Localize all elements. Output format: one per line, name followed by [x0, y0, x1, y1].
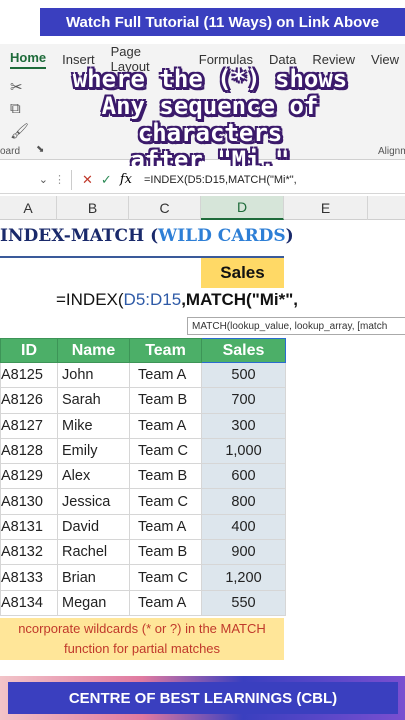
- cell-id[interactable]: A8134: [0, 589, 58, 616]
- divider: [71, 169, 72, 190]
- cell-name[interactable]: Mike: [57, 412, 130, 439]
- function-tooltip: MATCH(lookup_value, lookup_array, [match: [187, 317, 405, 335]
- enter-icon[interactable]: ✓: [101, 172, 112, 188]
- copy-icon[interactable]: ⧉: [10, 100, 21, 117]
- cell-sales[interactable]: 1,000: [201, 437, 286, 465]
- formula-arg: "Mi*",: [251, 290, 299, 309]
- cell-id[interactable]: A8126: [0, 387, 58, 414]
- tip-note: ncorporate wildcards (* or ?) in the MAT…: [0, 618, 284, 660]
- cell-team[interactable]: Team B: [129, 463, 202, 490]
- cell-id[interactable]: A8132: [0, 539, 58, 566]
- cell-team[interactable]: Team A: [129, 361, 202, 389]
- cell-name[interactable]: Rachel: [57, 539, 130, 566]
- table-row: A8128 Emily Team C 1,000: [0, 437, 286, 465]
- cell-sales[interactable]: 700: [201, 387, 286, 414]
- formula-input[interactable]: =INDEX(D5:D15,MATCH("Mi*",: [144, 174, 297, 186]
- caption-line-1: where the (*) shows: [72, 65, 348, 93]
- cell-team[interactable]: Team C: [129, 437, 202, 465]
- cell-sales[interactable]: 300: [201, 412, 286, 439]
- column-header-d[interactable]: D: [201, 196, 284, 220]
- formula-bar: ⌄ ⋮ ✕ ✓ fx =INDEX(D5:D15,MATCH("Mi*",: [0, 166, 405, 194]
- cell-id[interactable]: A8130: [0, 488, 58, 515]
- clipboard-group-label: oard: [0, 146, 21, 157]
- cell-name[interactable]: Brian: [57, 564, 130, 591]
- bottom-banner: CENTRE OF BEST LEARNINGS (CBL): [0, 676, 405, 720]
- cell-team[interactable]: Team C: [129, 564, 202, 591]
- data-table: ID Name Team Sales A8125 John Team A 500 A81…: [0, 338, 286, 616]
- overlay-caption: where the (*) shows Any sequence of char…: [30, 66, 390, 174]
- chevron-down-icon[interactable]: ⌄: [39, 173, 48, 186]
- tip-line-2: function for partial matches: [63, 641, 221, 656]
- cell-sales[interactable]: 500: [201, 361, 286, 389]
- formula-prefix: =INDEX(: [56, 290, 124, 309]
- cell-id[interactable]: A8129: [0, 463, 58, 490]
- cell-name[interactable]: Megan: [57, 589, 130, 616]
- cell-name[interactable]: Emily: [57, 437, 130, 465]
- worksheet: INDEX-MATCH (WILD CARDS) Sales =INDEX(D5…: [0, 220, 405, 675]
- column-headers: A B C D E: [0, 196, 405, 220]
- tip-line-1: ncorporate wildcards (* or ?) in the MAT…: [18, 621, 266, 636]
- formula-cell[interactable]: =INDEX(D5:D15,MATCH("Mi*",: [56, 290, 298, 310]
- column-header-e[interactable]: E: [284, 196, 368, 220]
- cell-name[interactable]: David: [57, 513, 130, 541]
- table-row: A8127 Mike Team A 300: [0, 412, 286, 439]
- cell-team[interactable]: Team A: [129, 412, 202, 439]
- cell-id[interactable]: A8131: [0, 513, 58, 541]
- table-row: A8132 Rachel Team B 900: [0, 539, 286, 566]
- table-row: A8133 Brian Team C 1,200: [0, 564, 286, 591]
- header-name[interactable]: Name: [57, 338, 130, 363]
- title-text-2: WILD CARDS: [158, 226, 286, 246]
- cell-id[interactable]: A8133: [0, 564, 58, 591]
- formula-match: ,MATCH(: [181, 290, 252, 309]
- title-text-1: INDEX-MATCH (: [0, 226, 159, 246]
- function-icon[interactable]: fx: [120, 172, 132, 187]
- column-header-a[interactable]: A: [0, 196, 57, 220]
- top-banner: Watch Full Tutorial (11 Ways) on Link Ab…: [40, 8, 405, 36]
- cell-team[interactable]: Team C: [129, 488, 202, 515]
- sales-result-header[interactable]: Sales: [201, 258, 284, 288]
- cell-sales[interactable]: 550: [201, 589, 286, 616]
- bottom-banner-text: CENTRE OF BEST LEARNINGS (CBL): [8, 682, 398, 714]
- cell-team[interactable]: Team B: [129, 387, 202, 414]
- cell-name[interactable]: John: [57, 361, 130, 389]
- table-row: A8126 Sarah Team B 700: [0, 387, 286, 414]
- cell-id[interactable]: A8125: [0, 361, 58, 389]
- more-options-icon[interactable]: ⋮: [54, 173, 65, 186]
- cell-sales[interactable]: 600: [201, 463, 286, 490]
- table-header-row: ID Name Team Sales: [0, 338, 286, 363]
- cell-team[interactable]: Team A: [129, 589, 202, 616]
- cell-sales[interactable]: 900: [201, 539, 286, 566]
- table-row: A8129 Alex Team B 600: [0, 463, 286, 490]
- cell-team[interactable]: Team A: [129, 513, 202, 541]
- cancel-icon[interactable]: ✕: [82, 172, 93, 188]
- table-row: A8125 John Team A 500: [0, 361, 286, 389]
- table-row: A8134 Megan Team A 550: [0, 589, 286, 616]
- header-sales[interactable]: Sales: [201, 338, 286, 363]
- cell-id[interactable]: A8127: [0, 412, 58, 439]
- column-header-b[interactable]: B: [57, 196, 129, 220]
- cell-name[interactable]: Sarah: [57, 387, 130, 414]
- title-text-3: ): [285, 226, 294, 246]
- header-team[interactable]: Team: [129, 338, 202, 363]
- cut-icon[interactable]: ✂: [10, 78, 23, 96]
- cell-team[interactable]: Team B: [129, 539, 202, 566]
- cell-id[interactable]: A8128: [0, 437, 58, 465]
- table-row: A8130 Jessica Team C 800: [0, 488, 286, 515]
- formula-ref: D5:D15: [123, 290, 182, 309]
- cell-sales[interactable]: 400: [201, 513, 286, 541]
- header-id[interactable]: ID: [0, 338, 58, 363]
- cell-sales[interactable]: 800: [201, 488, 286, 515]
- tab-view[interactable]: View: [371, 52, 399, 67]
- sheet-title: INDEX-MATCH (WILD CARDS): [0, 226, 294, 246]
- format-painter-icon[interactable]: 🖌: [10, 122, 29, 140]
- cell-name[interactable]: Jessica: [57, 488, 130, 515]
- cell-sales[interactable]: 1,200: [201, 564, 286, 591]
- column-header-c[interactable]: C: [129, 196, 201, 220]
- cell-name[interactable]: Alex: [57, 463, 130, 490]
- table-row: A8131 David Team A 400: [0, 513, 286, 541]
- name-box[interactable]: ⌄: [0, 169, 54, 191]
- caption-line-2: Any sequence of characters: [101, 92, 319, 147]
